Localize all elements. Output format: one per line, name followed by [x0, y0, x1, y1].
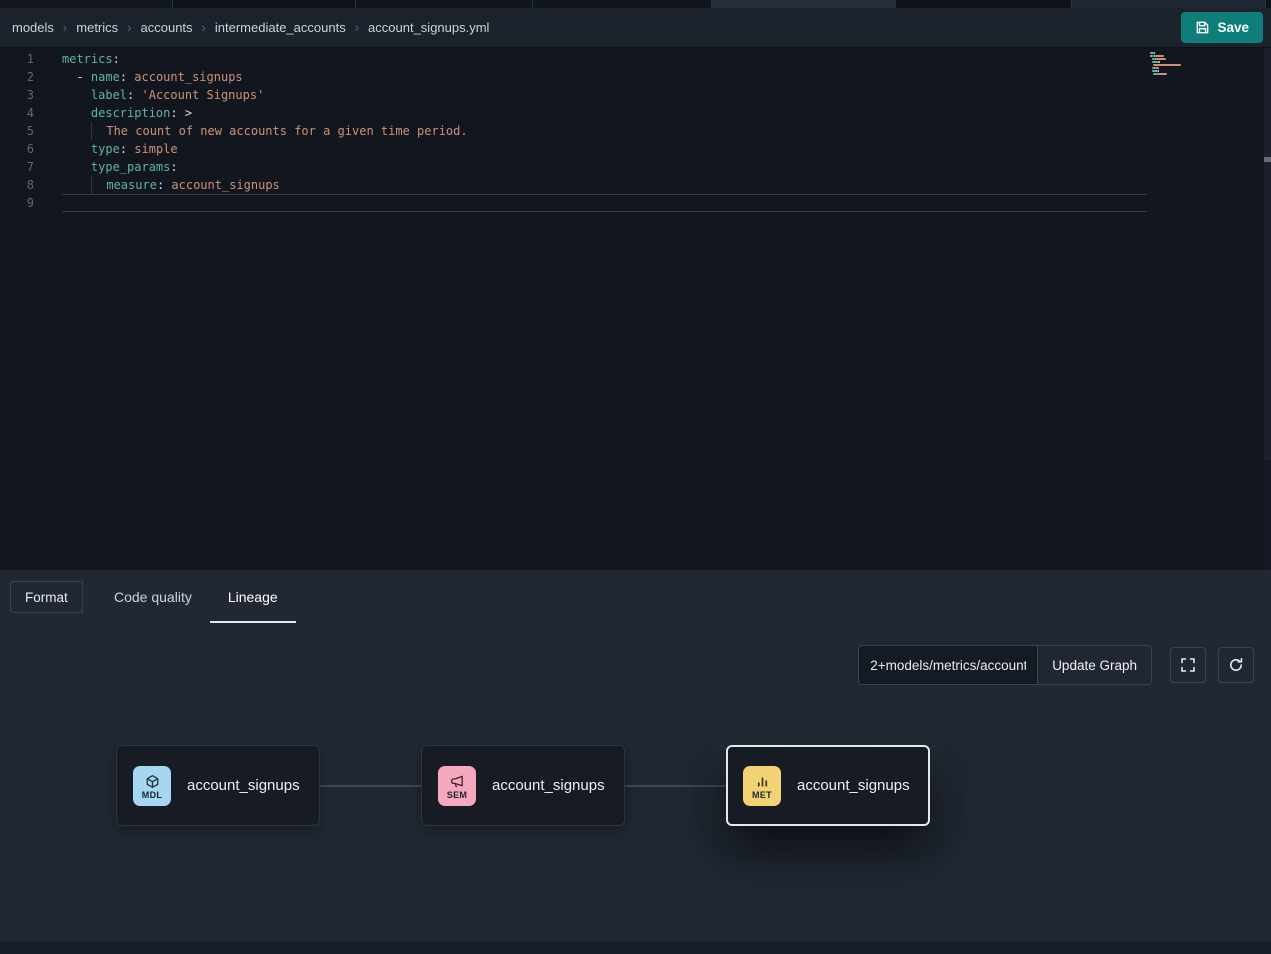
- code-line[interactable]: 7 type_params:: [0, 158, 1147, 176]
- breadcrumb-separator-icon: ›: [355, 20, 359, 35]
- refresh-icon: [1228, 657, 1244, 673]
- model-node-badge: MDL: [133, 766, 171, 806]
- bottom-panel: Format Code qualityLineage Update Graph: [0, 570, 1271, 954]
- line-number: 2: [0, 68, 34, 86]
- breadcrumb-item[interactable]: account_signups.yml: [368, 20, 489, 35]
- metric-node-badge: MET: [743, 766, 781, 806]
- cursor-position-marker: [1264, 157, 1271, 162]
- file-tab[interactable]: [356, 0, 532, 8]
- divider: [82, 580, 83, 614]
- code-line[interactable]: 5 The count of new accounts for a given …: [0, 122, 1147, 140]
- code-line-text: label: 'Account Signups': [62, 86, 1147, 104]
- panel-footer: [0, 941, 1271, 954]
- line-number: 3: [0, 86, 34, 104]
- breadcrumb-bar: models › metrics › accounts › intermediate_acc…: [0, 8, 1271, 48]
- lineage-edge: [320, 785, 421, 787]
- tab-lineage[interactable]: Lineage: [210, 570, 296, 623]
- line-number: 9: [0, 194, 34, 212]
- breadcrumb-item[interactable]: metrics: [76, 20, 118, 35]
- file-tab-strip: [0, 0, 1271, 8]
- save-button[interactable]: Save: [1181, 12, 1263, 43]
- node-label: account_signups: [492, 777, 605, 794]
- breadcrumb-item[interactable]: intermediate_accounts: [215, 20, 346, 35]
- breadcrumb-separator-icon: ›: [202, 20, 206, 35]
- node-label: account_signups: [187, 777, 300, 794]
- scrollbar-thumb[interactable]: [1264, 48, 1271, 460]
- cube-icon: [145, 774, 160, 789]
- breadcrumb-separator-icon: ›: [63, 20, 67, 35]
- breadcrumb: models › metrics › accounts › intermediate_acc…: [12, 20, 489, 35]
- megaphone-icon: [450, 774, 465, 789]
- panel-tabs: Code qualityLineage: [96, 570, 296, 623]
- code-line-text: - name: account_signups: [62, 68, 1147, 86]
- semantic-node-badge: SEM: [438, 766, 476, 806]
- file-tab[interactable]: [1072, 0, 1265, 8]
- code-line-text: description: >: [62, 104, 1147, 122]
- line-number: 4: [0, 104, 34, 122]
- fullscreen-icon: [1180, 657, 1196, 673]
- lineage-node-metric[interactable]: MET account_signups: [726, 745, 930, 826]
- breadcrumb-item[interactable]: accounts: [141, 20, 193, 35]
- model-selector-group: Update Graph: [858, 645, 1152, 685]
- minimap[interactable]: [1150, 52, 1212, 79]
- line-number: 1: [0, 50, 34, 68]
- line-number: 8: [0, 176, 34, 194]
- code-line-text: The count of new accounts for a given ti…: [62, 122, 1147, 140]
- file-tab[interactable]: [712, 0, 895, 8]
- update-graph-button[interactable]: Update Graph: [1037, 646, 1151, 684]
- code-line[interactable]: 8 measure: account_signups: [0, 176, 1147, 194]
- node-badge-label: MDL: [142, 790, 162, 800]
- file-tab[interactable]: [0, 0, 172, 8]
- fullscreen-button[interactable]: [1170, 647, 1206, 683]
- code-line-text: type_params:: [62, 158, 1147, 176]
- code-line[interactable]: 3 label: 'Account Signups': [0, 86, 1147, 104]
- file-tab: [1266, 0, 1271, 8]
- code-editor[interactable]: 1metrics:2 - name: account_signups3 labe…: [0, 48, 1271, 569]
- save-icon: [1195, 20, 1210, 35]
- refresh-button[interactable]: [1218, 647, 1254, 683]
- code-line-text: type: simple: [62, 140, 1147, 158]
- code-line-text: [62, 194, 1147, 212]
- line-number: 5: [0, 122, 34, 140]
- code-line[interactable]: 2 - name: account_signups: [0, 68, 1147, 86]
- model-selector-input[interactable]: [859, 646, 1037, 684]
- node-badge-label: SEM: [447, 790, 467, 800]
- line-number: 6: [0, 140, 34, 158]
- code-line[interactable]: 4 description: >: [0, 104, 1147, 122]
- lineage-node-model[interactable]: MDL account_signups: [116, 745, 320, 826]
- tab-code-quality[interactable]: Code quality: [96, 570, 210, 623]
- code-line[interactable]: 1 metrics:: [0, 50, 1147, 68]
- bar-chart-icon: [755, 774, 770, 789]
- file-tab[interactable]: [896, 0, 1071, 8]
- node-badge-label: MET: [752, 790, 772, 800]
- file-tab[interactable]: [173, 0, 355, 8]
- lineage-node-semantic-model[interactable]: SEM account_signups: [421, 745, 625, 826]
- code-lines: 1metrics:2 - name: account_signups3 labe…: [0, 50, 1147, 212]
- lineage-controls: Update Graph: [858, 645, 1254, 685]
- breadcrumb-separator-icon: ›: [127, 20, 131, 35]
- save-button-label: Save: [1217, 20, 1249, 35]
- line-number: 7: [0, 158, 34, 176]
- lineage-edge: [625, 785, 726, 787]
- code-line[interactable]: 9: [0, 194, 1147, 212]
- scrollbar[interactable]: [1264, 48, 1271, 569]
- file-tab[interactable]: [533, 0, 711, 8]
- app-window: models › metrics › accounts › intermediate_acc…: [0, 0, 1271, 954]
- code-line[interactable]: 6 type: simple: [0, 140, 1147, 158]
- format-button[interactable]: Format: [10, 581, 83, 613]
- node-label: account_signups: [797, 777, 910, 794]
- code-line-text: measure: account_signups: [62, 176, 1147, 194]
- code-line-text: metrics:: [62, 50, 1147, 68]
- breadcrumb-item[interactable]: models: [12, 20, 54, 35]
- update-graph-label: Update Graph: [1052, 658, 1137, 673]
